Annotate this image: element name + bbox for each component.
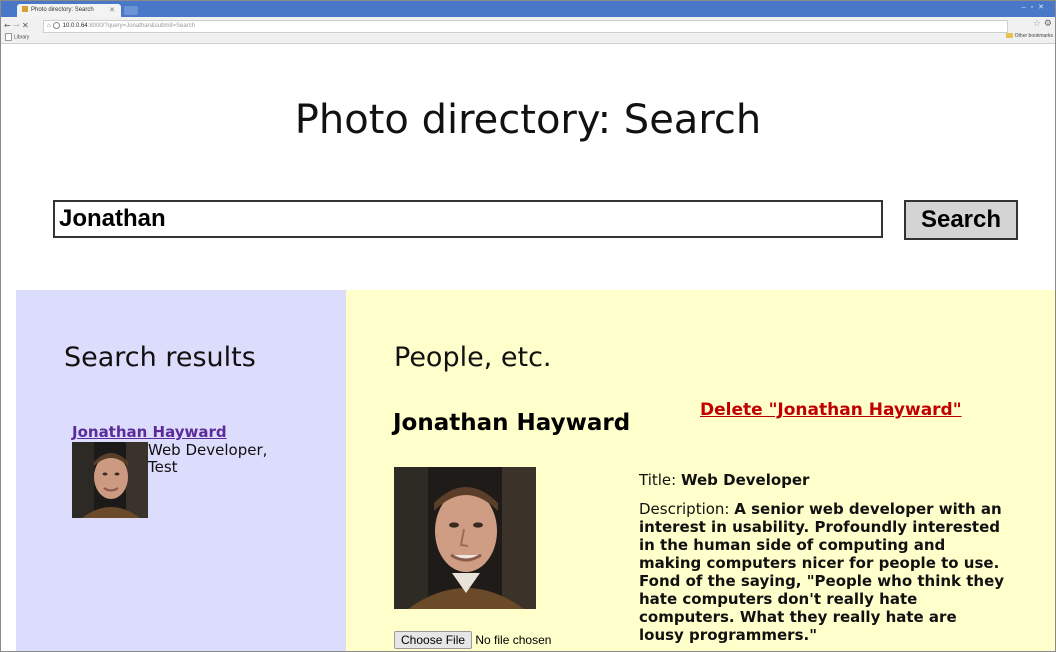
result-summary: Web Developer, Test	[148, 441, 268, 476]
bookmark-star-icon[interactable]: ☆	[1033, 19, 1041, 29]
search-results-heading: Search results	[64, 342, 256, 373]
choose-file-button[interactable]: Choose File	[394, 631, 473, 649]
back-arrow-icon[interactable]: ←	[4, 21, 11, 30]
people-heading: People, etc.	[394, 342, 552, 373]
wrench-menu-icon[interactable]: ⚙	[1044, 19, 1052, 29]
title-label: Title:	[639, 471, 677, 489]
address-bar[interactable]: ⌂ 10.0.0.64:8000/?query=Jonathan&submit=S…	[43, 20, 1008, 33]
folder-icon	[1005, 33, 1013, 39]
search-input[interactable]	[53, 200, 883, 238]
people-panel: People, etc. Jonathan Hayward Delete "Jo…	[346, 290, 1055, 651]
title-row: Title: Web Developer	[639, 471, 1005, 489]
url-host: 10.0.0.64	[62, 23, 88, 29]
url-path: :8000/?query=Jonathan&submit=Search	[87, 23, 196, 29]
browser-window: Photo directory: Search ✕ –▫✕ ← → ✕ ⌂ 10.…	[0, 0, 1056, 652]
search-button[interactable]: Search	[904, 200, 1018, 240]
stop-icon[interactable]: ✕	[22, 21, 29, 30]
home-icon: ⌂	[47, 23, 51, 29]
result-thumbnail-photo[interactable]	[72, 442, 148, 518]
bookmark-library[interactable]: Library	[5, 33, 29, 41]
new-tab-button[interactable]	[124, 6, 138, 15]
close-tab-icon[interactable]: ✕	[109, 4, 115, 17]
person-details: Title: Web Developer Description: A seni…	[639, 471, 1005, 651]
tab-strip: Photo directory: Search ✕ –▫✕	[1, 1, 1055, 17]
bookmark-library-label: Library	[14, 34, 30, 41]
description-label: Description:	[639, 500, 730, 518]
page-icon	[52, 21, 60, 29]
tab-title: Photo directory: Search	[31, 7, 94, 13]
result-name-link[interactable]: Jonathan Hayward	[72, 423, 227, 441]
description-value: A senior web developer with an interest …	[639, 500, 1005, 644]
forward-arrow-icon[interactable]: →	[13, 21, 20, 30]
photo-upload-row: Choose File No file chosen	[394, 631, 551, 649]
page-icon	[5, 33, 12, 41]
bookmark-other[interactable]: Other bookmarks	[1005, 33, 1053, 39]
bookmark-other-label: Other bookmarks	[1014, 33, 1053, 39]
description-row: Description: A senior web developer with…	[639, 500, 1005, 644]
file-status: No file chosen	[475, 633, 552, 647]
window-controls[interactable]: –▫✕	[1022, 3, 1049, 11]
browser-toolbar: ← → ✕ ⌂ 10.0.0.64:8000/?query=Jonathan&su…	[1, 17, 1055, 44]
title-value: Web Developer	[680, 471, 810, 489]
page-title: Photo directory: Search	[294, 97, 762, 143]
browser-tab[interactable]: Photo directory: Search ✕	[17, 4, 121, 17]
page-favicon-icon	[22, 6, 28, 13]
delete-person-link[interactable]: Delete "Jonathan Hayward"	[700, 400, 962, 420]
search-results-panel: Search results Jonathan Hayward Web Deve…	[16, 290, 346, 651]
person-photo	[394, 467, 536, 609]
person-name: Jonathan Hayward	[393, 410, 631, 436]
